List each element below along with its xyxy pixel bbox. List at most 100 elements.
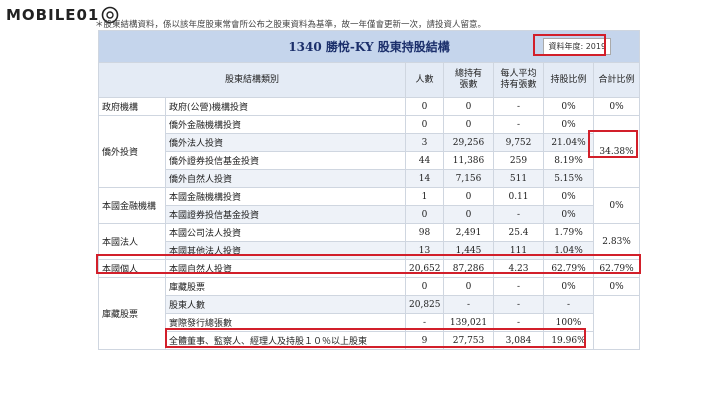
group-cell: 本國法人 — [98, 223, 166, 260]
shares-cell: 7,156 — [443, 169, 494, 188]
table-row: 本國金融機構 本國金融機構投資 1 0 0.11 0% 0% — [98, 187, 641, 224]
group-cell: 僑外投資 — [98, 115, 166, 188]
table-row: 僑外投資 僑外金融機構投資 0 0-0% 34.38% — [98, 115, 641, 188]
count-cell: 3 — [405, 133, 444, 152]
count-cell: 0 — [405, 97, 444, 116]
item-cell: 庫藏股票 — [165, 277, 406, 296]
ratio-cell: 21.04% — [543, 133, 594, 152]
shares-cell: 2,491 — [443, 223, 494, 242]
count-cell: 20,652 — [405, 259, 444, 278]
shares-cell: 0 — [443, 97, 494, 116]
table-row: 本國其他法人投資 13 1,445 111 1.04% — [99, 241, 640, 260]
ratio-cell: 62.79% — [543, 259, 594, 278]
item-cell: 僑外金融機構投資 — [165, 115, 406, 134]
item-cell: 全體董事、監察人、經理人及持股１０％以上股東 — [165, 331, 406, 350]
shares-cell: 0 — [443, 187, 494, 206]
avg-cell: 0.11 — [493, 187, 544, 206]
data-notice: ＊股東結構資料，係以該年度股東常會所公布之股東資料為基準，故一年僅會更新一次，請… — [95, 20, 487, 30]
shares-cell: 0 — [443, 277, 494, 296]
ratio-cell: 1.79% — [543, 223, 594, 242]
logo-text: MOBILE01 — [6, 6, 100, 24]
count-cell: 44 — [405, 151, 444, 170]
table-row: 全體董事、監察人、經理人及持股１０％以上股東 9 27,753 3,084 19.96% — [99, 331, 640, 350]
ratio-cell: - — [543, 295, 594, 314]
ratio-cell: 1.04% — [543, 241, 594, 260]
ratio-cell: 0% — [543, 205, 594, 224]
ratio-cell: 0% — [543, 187, 594, 206]
group-cell: 政府機構 — [98, 97, 166, 116]
shares-cell: - — [443, 295, 494, 314]
avg-cell: 3,084 — [493, 331, 544, 350]
total-cell: 2.83% — [592, 223, 641, 260]
total-cell: 0% — [592, 277, 641, 296]
count-cell: 13 — [405, 241, 444, 260]
total-cell: 0% — [592, 97, 641, 116]
item-cell: 政府(公營)機構投資 — [165, 97, 406, 116]
item-cell: 本國其他法人投資 — [165, 241, 406, 260]
shares-cell: 1,445 — [443, 241, 494, 260]
ratio-cell: 0% — [543, 277, 594, 296]
header-shares: 總持有 張數 — [443, 62, 494, 98]
shares-cell: 27,753 — [443, 331, 494, 350]
item-cell: 本國金融機構投資 — [165, 187, 406, 206]
table-title: 1340 勝悅-KY 股東持股結構 — [288, 40, 450, 54]
shares-cell: 0 — [443, 205, 494, 224]
shares-cell: 11,386 — [443, 151, 494, 170]
group-cell: 本國金融機構 — [98, 187, 166, 224]
count-cell: 0 — [405, 115, 444, 134]
shares-cell: 87,286 — [443, 259, 494, 278]
header-category: 股東結構類別 — [98, 62, 406, 98]
count-cell: - — [405, 313, 444, 332]
item-cell: 僑外證券投信基金投資 — [165, 151, 406, 170]
item-cell: 本國自然人投資 — [165, 259, 406, 278]
table-row: 本國個人 本國自然人投資 20,652 87,286 4.23 62.79% 62.79% — [98, 259, 641, 278]
header-count: 人數 — [405, 62, 444, 98]
header-avg: 每人平均 持有張數 — [493, 62, 544, 98]
avg-cell: 259 — [493, 151, 544, 170]
header-ratio: 持股比例 — [543, 62, 594, 98]
count-cell: 14 — [405, 169, 444, 188]
avg-cell: - — [493, 115, 544, 134]
item-cell: 僑外自然人投資 — [165, 169, 406, 188]
item-cell: 實際發行總張數 — [165, 313, 406, 332]
ratio-cell: 0% — [543, 97, 594, 116]
avg-cell: - — [493, 313, 544, 332]
count-cell: 0 — [405, 205, 444, 224]
table-row: 僑外證券投信基金投資 44 11,386 259 8.19% — [99, 151, 640, 170]
item-cell: 本國證券投信基金投資 — [165, 205, 406, 224]
shares-cell: 0 — [443, 115, 494, 134]
data-year-label: 資料年度: 2019 — [543, 38, 612, 55]
ratio-cell: 100% — [543, 313, 594, 332]
total-cell — [592, 295, 641, 350]
shares-cell: 29,256 — [443, 133, 494, 152]
group-cell: 本國個人 — [98, 259, 166, 278]
total-cell: 0% — [592, 187, 641, 224]
table-title-cell: 1340 勝悅-KY 股東持股結構 資料年度: 2019 — [97, 30, 641, 63]
table-row: 實際發行總張數 -139,021-100% — [99, 313, 640, 332]
table-row: 政府機構 政府(公營)機構投資 0 0-0% 0% — [98, 97, 641, 116]
ratio-cell: 19.96% — [543, 331, 594, 350]
item-cell: 股東人數 — [165, 295, 406, 314]
table-row: 本國法人 本國公司法人投資 98 2,491 25.4 1.79% 2.83% — [98, 223, 641, 260]
ratio-cell: 5.15% — [543, 169, 594, 188]
header-total: 合計比例 — [592, 62, 641, 98]
count-cell: 1 — [405, 187, 444, 206]
group-cell: 庫藏股票 — [98, 277, 166, 350]
count-cell: 20,825 — [405, 295, 444, 314]
avg-cell: 111 — [493, 241, 544, 260]
avg-cell: 511 — [493, 169, 544, 188]
table-row: 僑外法人投資 3 29,256 9,752 21.04% — [99, 133, 640, 152]
ratio-cell: 0% — [543, 115, 594, 134]
avg-cell: 4.23 — [493, 259, 544, 278]
item-cell: 僑外法人投資 — [165, 133, 406, 152]
count-cell: 98 — [405, 223, 444, 242]
total-cell: 34.38% — [592, 115, 641, 188]
avg-cell: - — [493, 205, 544, 224]
table-row: 股東人數 20,825- - - — [99, 295, 641, 350]
table-row: 庫藏股票 庫藏股票 0 0-0% 0% — [98, 277, 641, 350]
table-row: 僑外自然人投資 14 7,156 511 5.15% — [99, 169, 640, 188]
avg-cell: - — [493, 277, 544, 296]
item-cell: 本國公司法人投資 — [165, 223, 406, 242]
avg-cell: 9,752 — [493, 133, 544, 152]
shares-cell: 139,021 — [443, 313, 494, 332]
